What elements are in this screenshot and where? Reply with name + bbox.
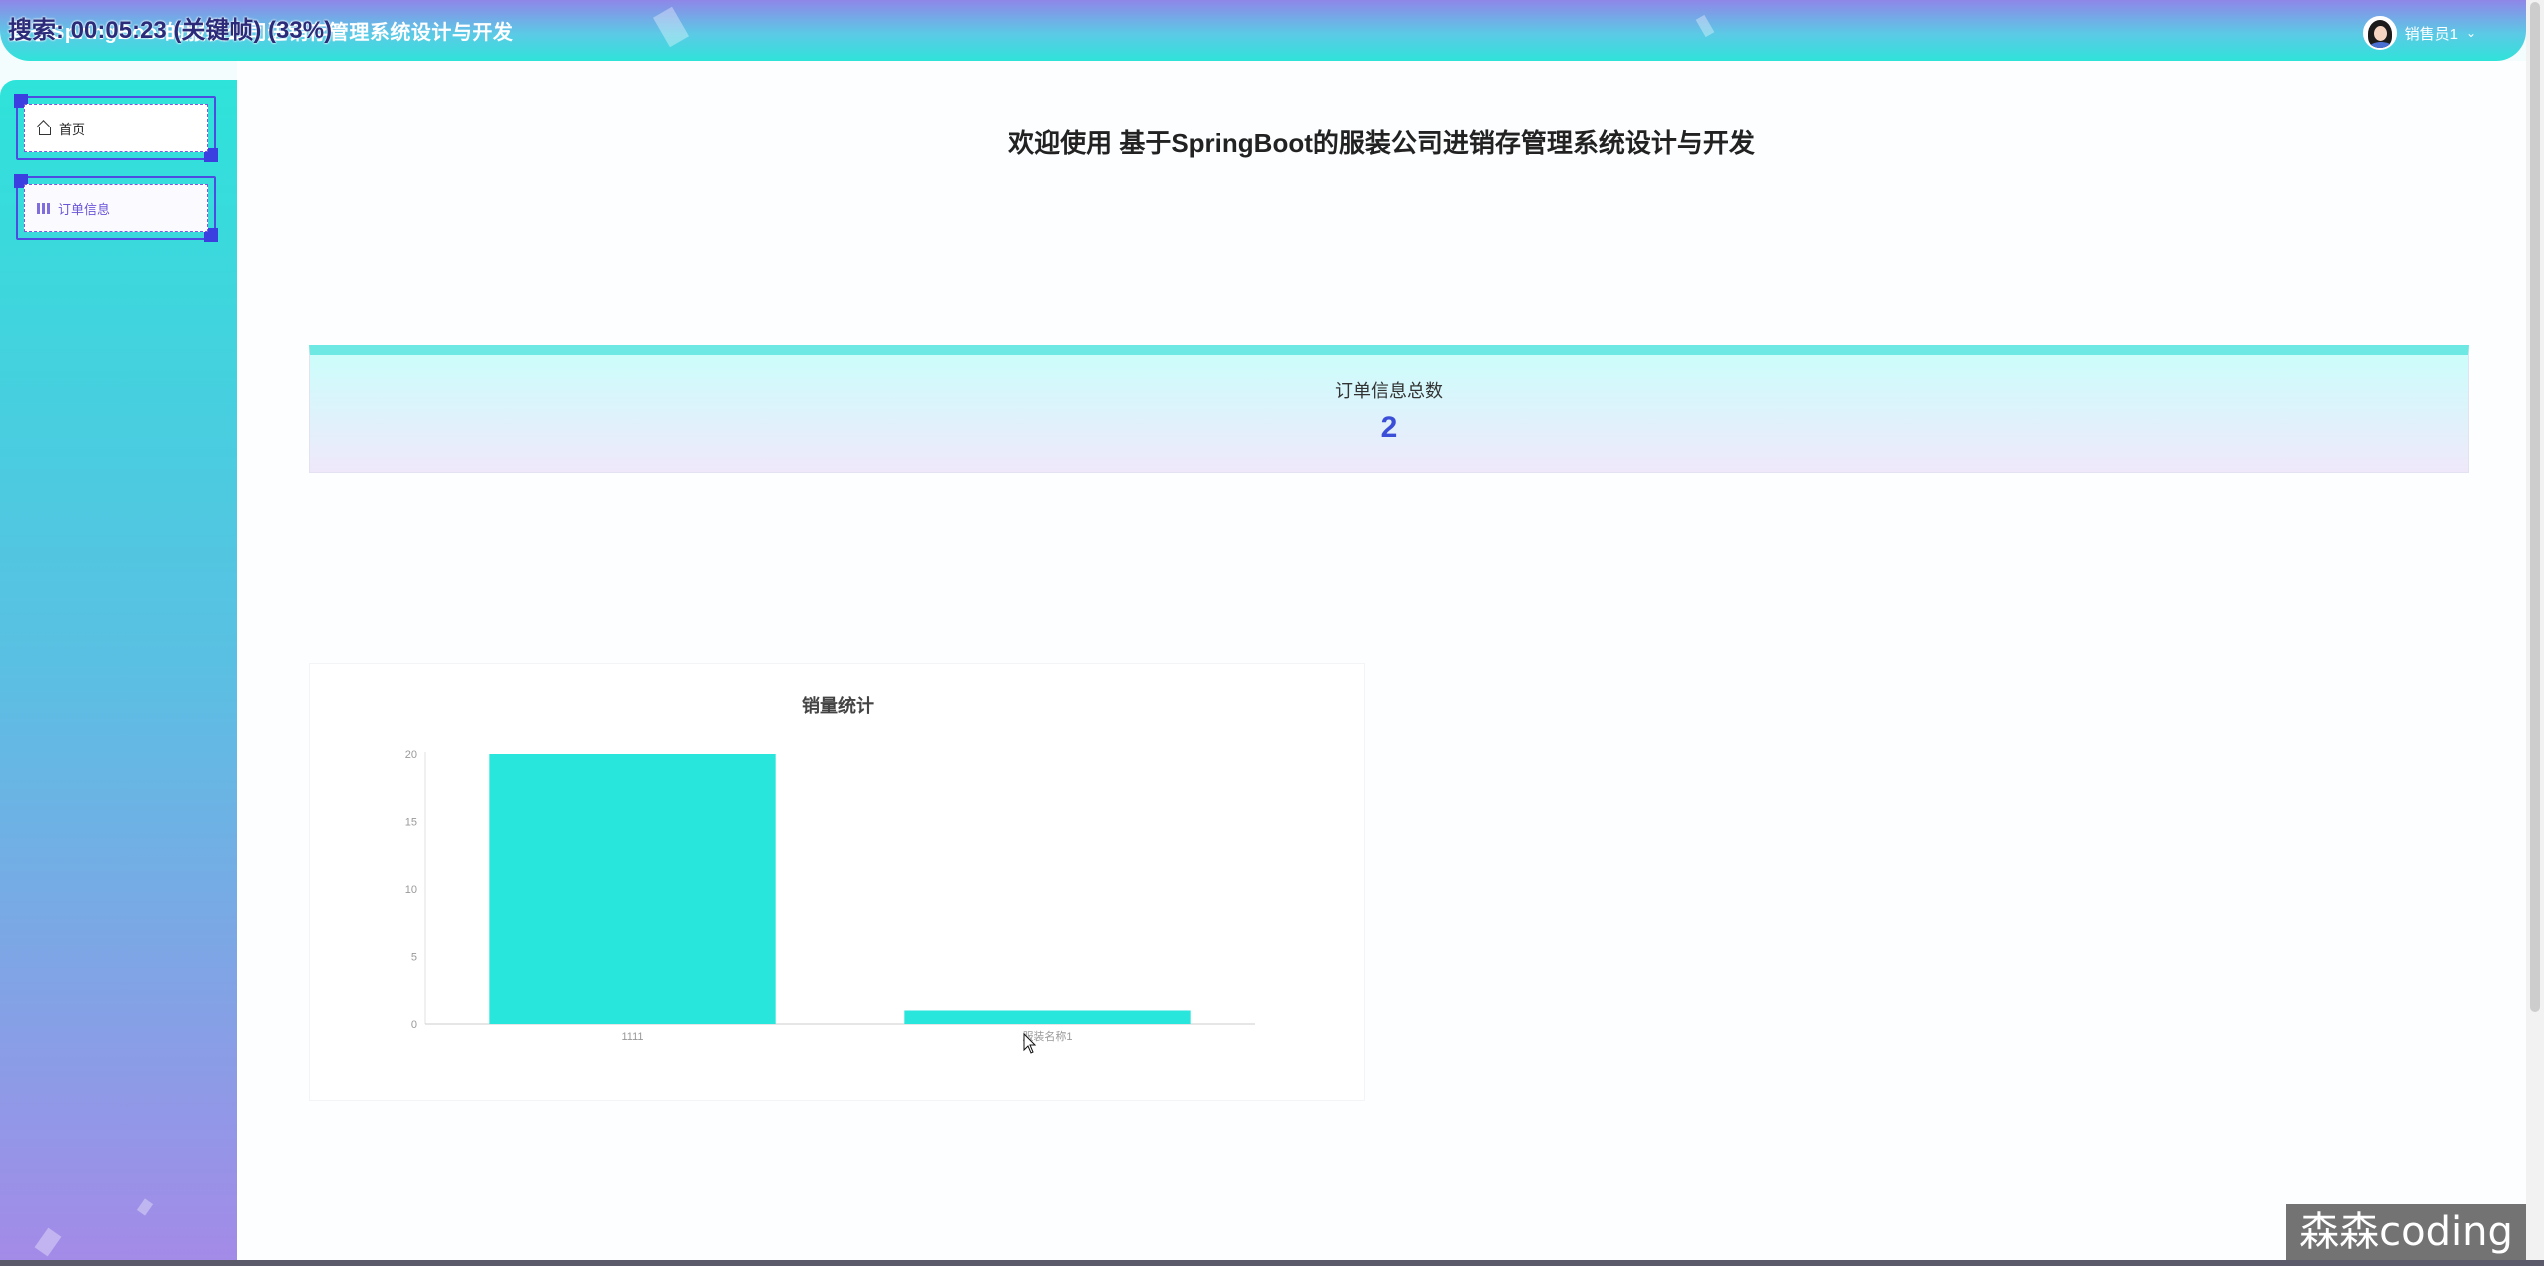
- sidebar-item-label: 订单信息: [58, 201, 111, 217]
- sidebar-item-orders[interactable]: 订单信息: [14, 174, 218, 242]
- chevron-down-icon: ⌄: [2465, 26, 2476, 40]
- y-tick-label: 15: [405, 817, 417, 829]
- username: 销售员1: [2404, 25, 2458, 43]
- user-menu[interactable]: 销售员1 ⌄: [2362, 16, 2476, 50]
- scrollbar[interactable]: [2526, 0, 2544, 1266]
- y-tick-label: 5: [411, 952, 417, 964]
- decorative-shard: [34, 1227, 62, 1257]
- sidebar-item-label: 首页: [59, 121, 86, 137]
- bar: [489, 754, 776, 1024]
- chart-title: 销量统计: [802, 695, 874, 716]
- sidebar-item-home[interactable]: 首页: [14, 94, 218, 162]
- y-tick-label: 20: [405, 749, 417, 761]
- sales-chart-card: 销量统计 0 5 10 15 20 1111 服装名称1: [309, 663, 1365, 1101]
- grid-icon: [37, 202, 50, 214]
- order-count-label: 订单信息总数: [1335, 381, 1443, 401]
- welcome-title: 欢迎使用 基于SpringBoot的服装公司进销存管理系统设计与开发: [1008, 128, 1755, 158]
- decorative-shard: [136, 1198, 154, 1216]
- taskbar-strip: [0, 1260, 2544, 1266]
- order-count-value: 2: [1380, 411, 1398, 444]
- sales-bar-chart: 销量统计051015201111 服装名称1: [405, 695, 1255, 1054]
- decorative-shard: [652, 6, 690, 48]
- avatar[interactable]: [2362, 16, 2397, 50]
- main-content: 欢迎使用 基于SpringBoot的服装公司进销存管理系统设计与开发 订单信息总…: [237, 61, 2526, 1261]
- x-tick-label: 1111: [621, 1031, 643, 1043]
- scrollbar-thumb[interactable]: [2530, 2, 2540, 1012]
- watermark: 森森coding: [2286, 1204, 2526, 1260]
- bar: [904, 1010, 1191, 1024]
- sidebar: 首页 订单信息: [0, 80, 237, 1266]
- home-icon: [37, 122, 51, 135]
- y-tick-label: 0: [411, 1019, 417, 1031]
- video-overlay-text: 搜索: 00:05:23 (关键帧) (33%): [8, 17, 333, 44]
- y-tick-label: 10: [405, 884, 417, 896]
- decorative-shard: [1695, 14, 1715, 38]
- top-bar: 基于SpringBoot的服装公司进销存管理系统设计与开发 搜索: 00:05:…: [0, 0, 2526, 61]
- order-count-card: 订单信息总数 2: [309, 345, 2469, 473]
